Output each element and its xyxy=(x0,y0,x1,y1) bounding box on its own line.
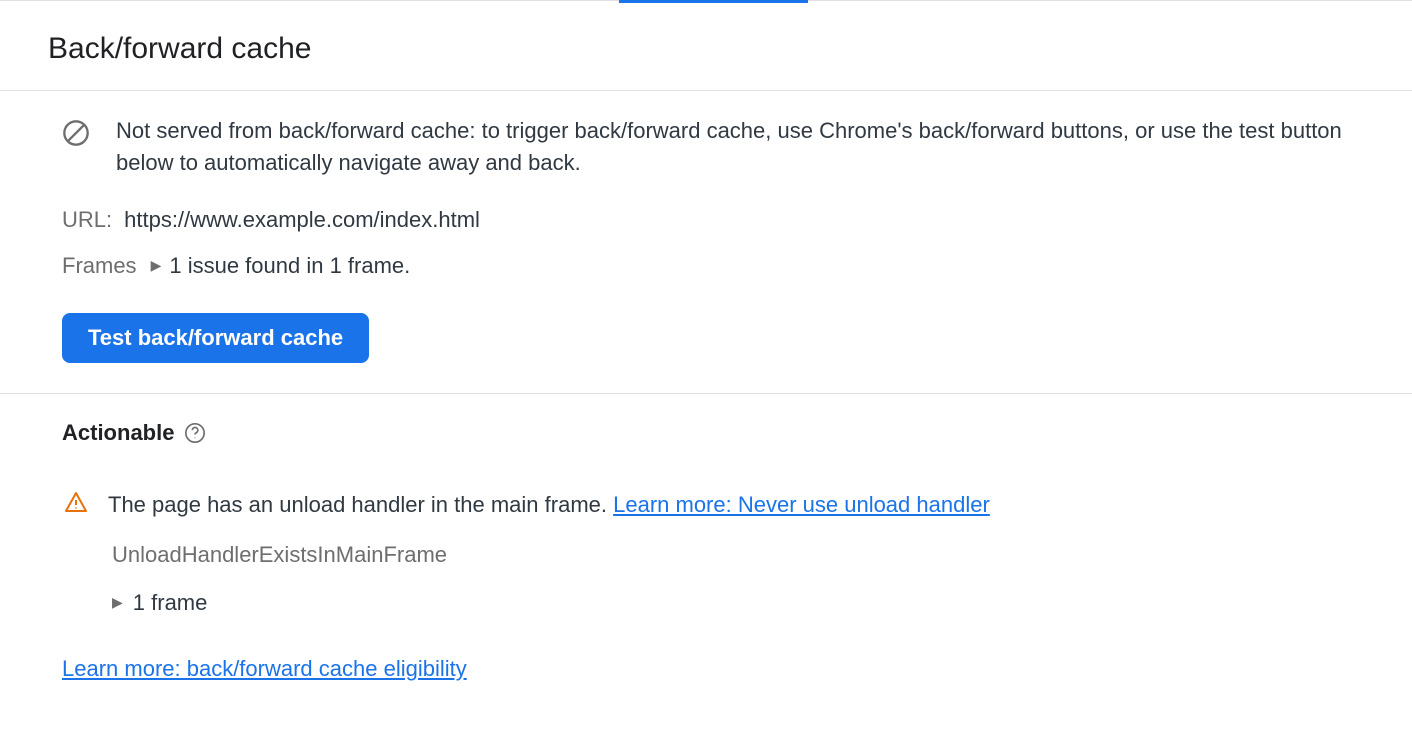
issue-row: The page has an unload handler in the ma… xyxy=(64,490,1364,520)
frame-count-text: 1 frame xyxy=(133,590,208,616)
active-tab-indicator xyxy=(619,0,808,3)
caret-right-icon: ▶ xyxy=(151,257,162,274)
frame-count-toggle[interactable]: ▶ 1 frame xyxy=(112,590,1364,616)
frames-expand-toggle[interactable]: ▶ 1 issue found in 1 frame. xyxy=(151,253,411,279)
bfcache-eligibility-link[interactable]: Learn more: back/forward cache eligibili… xyxy=(62,656,467,681)
frames-row: Frames ▶ 1 issue found in 1 frame. xyxy=(62,253,1364,279)
tab-strip xyxy=(0,0,1412,4)
url-label: URL: xyxy=(62,207,112,233)
caret-right-icon: ▶ xyxy=(112,594,123,611)
bfcache-status-section: Not served from back/forward cache: to t… xyxy=(0,91,1412,394)
issue-line: The page has an unload handler in the ma… xyxy=(108,492,990,518)
page-title: Back/forward cache xyxy=(48,32,1364,66)
frames-label: Frames xyxy=(62,253,137,279)
bfcache-eligibility-link-row: Learn more: back/forward cache eligibili… xyxy=(62,656,1364,682)
issue-text: The page has an unload handler in the ma… xyxy=(108,492,613,517)
url-row: URL: https://www.example.com/index.html xyxy=(62,207,1364,233)
prohibit-icon xyxy=(62,119,90,153)
url-value: https://www.example.com/index.html xyxy=(124,207,480,233)
help-icon[interactable] xyxy=(184,422,206,444)
status-row: Not served from back/forward cache: to t… xyxy=(62,115,1364,179)
issue-learn-more-link[interactable]: Learn more: Never use unload handler xyxy=(613,492,990,517)
actionable-heading: Actionable xyxy=(62,420,174,446)
test-bfcache-button[interactable]: Test back/forward cache xyxy=(62,313,369,363)
issue-code: UnloadHandlerExistsInMainFrame xyxy=(112,542,1364,568)
actionable-section: Actionable The page has an unload handle… xyxy=(0,394,1412,712)
warning-icon xyxy=(64,490,88,520)
status-message: Not served from back/forward cache: to t… xyxy=(116,115,1364,179)
panel-header: Back/forward cache xyxy=(0,4,1412,91)
actionable-header: Actionable xyxy=(62,420,1364,446)
frames-summary: 1 issue found in 1 frame. xyxy=(169,253,410,279)
